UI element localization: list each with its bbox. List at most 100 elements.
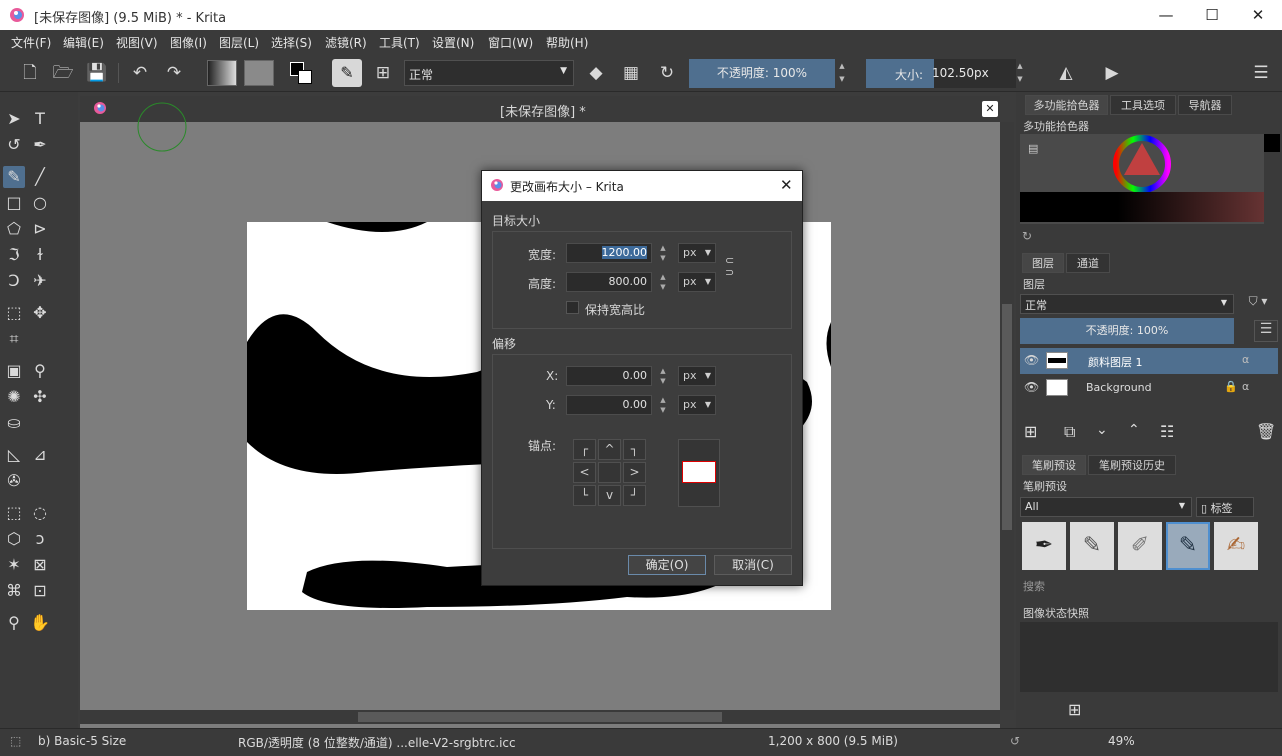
- brush-tag-button[interactable]: ▯ 标签: [1196, 497, 1254, 517]
- color-settings-icon[interactable]: ▤: [1028, 142, 1038, 155]
- magnetic-select-icon[interactable]: ⊡: [29, 580, 51, 602]
- menu-settings[interactable]: 设置(N): [432, 34, 474, 51]
- zoom-level[interactable]: 49%: [1108, 734, 1135, 748]
- layer-options-icon[interactable]: ☷: [1160, 422, 1174, 441]
- maximize-button[interactable]: ☐: [1189, 0, 1235, 30]
- contiguous-select-icon[interactable]: ✶: [3, 554, 25, 576]
- refresh-colors-icon[interactable]: ↻: [1022, 229, 1032, 243]
- lock-icon[interactable]: 🔒: [1224, 380, 1238, 393]
- polygon-tool-icon[interactable]: ⬠: [3, 218, 25, 240]
- polyline-tool-icon[interactable]: ⊳: [29, 218, 51, 240]
- dialog-close-button[interactable]: ✕: [780, 176, 793, 194]
- cancel-button[interactable]: 取消(C): [714, 555, 792, 575]
- fg-bg-color-selector[interactable]: [288, 60, 316, 86]
- color-history-strip[interactable]: [1020, 192, 1264, 222]
- menu-window[interactable]: 窗口(W): [488, 34, 533, 51]
- color-wheel[interactable]: [1113, 135, 1171, 193]
- menu-tools[interactable]: 工具(T): [379, 34, 420, 51]
- pan-tool-icon[interactable]: ✋: [29, 612, 51, 634]
- height-spin-icon[interactable]: ▲ ▼: [658, 272, 668, 292]
- open-icon[interactable]: 🗁: [51, 61, 75, 85]
- polygon-select-icon[interactable]: ⬡: [3, 528, 25, 550]
- move-layer-up-icon[interactable]: ⌃: [1128, 422, 1140, 438]
- docker-menu-icon[interactable]: ☰: [1249, 61, 1273, 85]
- close-document-icon[interactable]: ✕: [982, 101, 998, 117]
- x-offset-input[interactable]: 0.00: [566, 366, 652, 386]
- brush-search-input[interactable]: 搜索: [1023, 578, 1045, 594]
- tab-brush-presets[interactable]: 笔刷预设: [1022, 455, 1086, 475]
- eye-icon[interactable]: 👁: [1024, 353, 1039, 367]
- freehand-select-icon[interactable]: ↄ: [29, 528, 51, 550]
- brush-filter-select[interactable]: All ▼: [1020, 497, 1192, 517]
- eye-icon[interactable]: 👁: [1024, 380, 1039, 394]
- anchor-top-left[interactable]: ┌: [573, 439, 596, 460]
- width-spin-icon[interactable]: ▲ ▼: [658, 243, 668, 263]
- delete-layer-icon[interactable]: 🗑: [1256, 422, 1276, 441]
- rect-select-icon[interactable]: ⬚: [3, 502, 25, 524]
- measure-tool-icon[interactable]: ⊿: [29, 444, 51, 466]
- reference-tool-icon[interactable]: ✇: [3, 470, 25, 492]
- add-layer-icon[interactable]: ⊞: [1024, 422, 1037, 441]
- edit-shapes-icon[interactable]: ↺: [3, 134, 25, 156]
- calligraphy-icon[interactable]: ✒: [29, 134, 51, 156]
- brush-preset-icon[interactable]: ✎: [332, 59, 362, 87]
- tab-layers[interactable]: 图层: [1022, 253, 1064, 273]
- x-unit-select[interactable]: px ▼: [678, 366, 716, 386]
- y-offset-input[interactable]: 0.00: [566, 395, 652, 415]
- menu-select[interactable]: 选择(S): [271, 34, 312, 51]
- fill-tool-icon[interactable]: ⛀: [3, 412, 25, 434]
- anchor-bottom-left[interactable]: └: [573, 485, 596, 506]
- freehand-brush-icon[interactable]: ✎: [3, 166, 25, 188]
- duplicate-layer-icon[interactable]: ⧉: [1064, 422, 1075, 442]
- menu-edit[interactable]: 编辑(E): [63, 34, 104, 51]
- line-tool-icon[interactable]: ╱: [29, 166, 51, 188]
- size-slider[interactable]: 大小: 102.50px: [866, 59, 1016, 88]
- menu-file[interactable]: 文件(F): [11, 34, 51, 51]
- alpha-icon[interactable]: α: [1242, 353, 1249, 366]
- height-unit-select[interactable]: px ▼: [678, 272, 716, 292]
- layer-properties-icon[interactable]: ☰: [1254, 320, 1278, 342]
- anchor-top[interactable]: ^: [598, 439, 621, 460]
- anchor-left[interactable]: <: [573, 462, 596, 483]
- undo-icon[interactable]: ↶: [128, 61, 152, 85]
- brush-preset-item[interactable]: ✎: [1070, 522, 1114, 570]
- anchor-right[interactable]: >: [623, 462, 646, 483]
- brush-preset-item[interactable]: ✍: [1214, 522, 1258, 570]
- color-picker-icon[interactable]: ⚲: [29, 360, 51, 382]
- alpha-lock-icon[interactable]: ▦: [619, 61, 643, 85]
- keep-ratio-checkbox[interactable]: [566, 301, 579, 314]
- layer-row-background[interactable]: 👁 Background 🔒 α: [1020, 375, 1278, 401]
- zoom-tool-icon[interactable]: ⚲: [3, 612, 25, 634]
- current-color-swatch[interactable]: [1264, 134, 1280, 152]
- tab-navigator[interactable]: 导航器: [1178, 95, 1232, 115]
- move-tool-icon[interactable]: ✥: [29, 302, 51, 324]
- ellipse-select-icon[interactable]: ◌: [29, 502, 51, 524]
- menu-layer[interactable]: 图层(L): [219, 34, 259, 51]
- layer-filter-icon[interactable]: ⛉ ▾: [1238, 294, 1278, 314]
- layer-opacity-slider[interactable]: 不透明度: 100%: [1020, 318, 1234, 344]
- link-chain-icon[interactable]: ⊂ ⊃: [725, 255, 734, 279]
- gradient-tool-icon[interactable]: ▣: [3, 360, 25, 382]
- anchor-center[interactable]: [598, 462, 621, 483]
- similar-select-icon[interactable]: ⊠: [29, 554, 51, 576]
- height-input[interactable]: 800.00: [566, 272, 652, 292]
- layer-blend-select[interactable]: 正常 ▼: [1020, 294, 1234, 314]
- add-snapshot-icon[interactable]: ⊞: [1068, 700, 1081, 719]
- x-spin-icon[interactable]: ▲ ▼: [658, 366, 668, 386]
- menu-image[interactable]: 图像(I): [170, 34, 207, 51]
- text-tool-icon[interactable]: T: [29, 108, 51, 130]
- tab-brush-history[interactable]: 笔刷预设历史: [1088, 455, 1176, 475]
- tab-tool-options[interactable]: 工具选项: [1110, 95, 1176, 115]
- transform-tool-icon[interactable]: ⬚: [3, 302, 25, 324]
- selection-icon[interactable]: ⬚: [10, 734, 21, 748]
- horizontal-scrollbar[interactable]: [80, 710, 1000, 724]
- pattern-selector[interactable]: [244, 60, 274, 86]
- opacity-spin-icon[interactable]: ▲ ▼: [837, 60, 847, 86]
- close-button[interactable]: ✕: [1235, 0, 1281, 30]
- mirror-horizontal-icon[interactable]: ◭: [1054, 61, 1078, 85]
- layer-row-paint[interactable]: 👁 颜料图层 1 α: [1020, 348, 1278, 374]
- bezier-select-icon[interactable]: ⌘: [3, 580, 25, 602]
- opacity-slider[interactable]: 不透明度: 100%: [689, 59, 835, 88]
- bezier-tool-icon[interactable]: ℑ: [3, 244, 25, 266]
- tab-channels[interactable]: 通道: [1066, 253, 1110, 273]
